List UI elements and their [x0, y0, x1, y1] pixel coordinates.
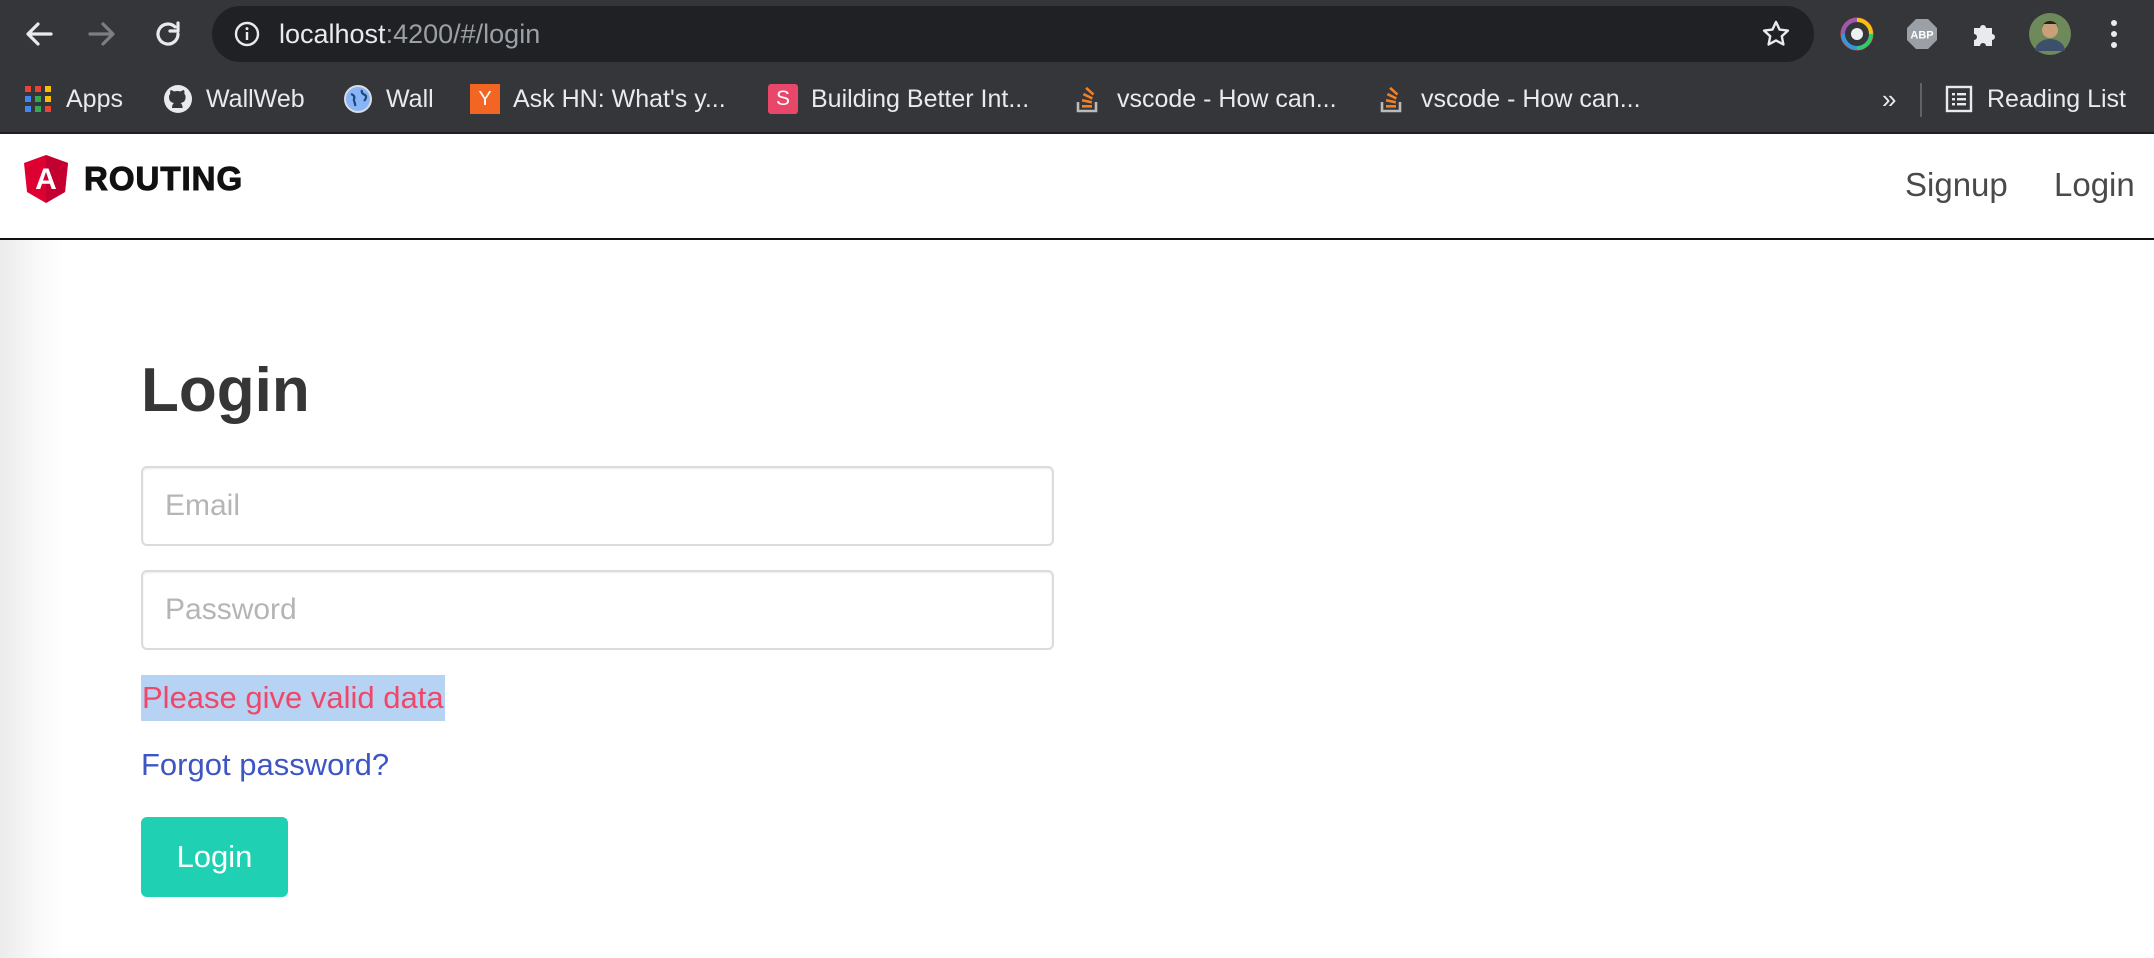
validation-error-message: Please give valid data	[141, 675, 445, 721]
url-host: localhost	[279, 19, 386, 49]
forgot-password-link[interactable]: Forgot password?	[141, 747, 389, 783]
bookmark-ask-hn[interactable]: Y Ask HN: What's y...	[470, 67, 726, 131]
page-title: Login	[141, 356, 310, 425]
back-button[interactable]	[17, 12, 61, 56]
apps-grid-icon	[23, 84, 53, 114]
bookmark-label: Ask HN: What's y...	[513, 84, 726, 113]
bookmark-apps[interactable]: Apps	[23, 67, 123, 131]
angular-letter: A	[35, 163, 57, 196]
hacker-news-icon: Y	[470, 84, 500, 114]
brand[interactable]: A ROUTING	[22, 154, 243, 204]
bookmark-label: Wall	[386, 84, 434, 113]
globe-icon	[343, 84, 373, 114]
bookmark-label: WallWeb	[206, 84, 305, 113]
bookmark-building-better[interactable]: S Building Better Int...	[768, 67, 1029, 131]
brand-name: ROUTING	[83, 160, 244, 198]
back-arrow-icon	[26, 22, 53, 46]
menu-kebab-icon[interactable]	[2092, 12, 2136, 56]
bookmark-label: vscode - How can...	[1117, 84, 1337, 113]
bookmark-wall[interactable]: Wall	[343, 67, 434, 131]
browser-toolbar: localhost:4200/#/login ABP	[0, 0, 2154, 67]
bookmark-star-icon[interactable]	[1761, 19, 1791, 49]
abp-label: ABP	[1910, 30, 1933, 42]
password-field[interactable]	[141, 570, 1054, 650]
reading-list-icon	[1944, 84, 1974, 114]
bookmarks-divider	[1920, 83, 1922, 117]
stackoverflow-icon	[1378, 84, 1408, 114]
reload-button[interactable]	[146, 12, 190, 56]
s-logo-icon: S	[768, 84, 798, 114]
nav-signup-link[interactable]: Signup	[1905, 166, 2008, 204]
address-bar[interactable]: localhost:4200/#/login	[212, 6, 1814, 62]
login-button[interactable]: Login	[141, 817, 288, 897]
bookmark-label: Apps	[66, 84, 123, 113]
forward-button[interactable]	[80, 12, 124, 56]
reload-icon	[156, 21, 180, 46]
angular-logo-icon: A	[24, 155, 68, 203]
adblock-extension-icon[interactable]: ABP	[1900, 12, 1944, 56]
info-icon[interactable]	[234, 21, 260, 47]
reading-list-label: Reading List	[1987, 84, 2126, 113]
github-icon	[163, 84, 193, 114]
url-text[interactable]: localhost:4200/#/login	[279, 6, 540, 62]
reading-list-button[interactable]: Reading List	[1944, 67, 2126, 131]
bookmarks-overflow-button[interactable]: »	[1882, 67, 1896, 131]
stackoverflow-icon	[1074, 84, 1104, 114]
url-path: :4200/#/login	[385, 19, 541, 49]
bookmark-label: vscode - How can...	[1421, 84, 1641, 113]
page-viewport: A ROUTING Signup Login Login Please give…	[0, 134, 2154, 958]
app-navbar: A ROUTING Signup Login	[0, 134, 2154, 240]
forward-arrow-icon	[88, 22, 115, 46]
bookmark-vscode-1[interactable]: vscode - How can...	[1074, 67, 1337, 131]
color-wheel-extension-icon[interactable]	[1835, 12, 1879, 56]
bookmark-label: Building Better Int...	[811, 84, 1030, 113]
email-field[interactable]	[141, 466, 1054, 546]
nav-login-link[interactable]: Login	[2054, 166, 2135, 204]
bookmarks-bar: Apps WallWeb Wall Y Ask HN: What's y... …	[0, 67, 2154, 134]
bookmark-vscode-2[interactable]: vscode - How can...	[1378, 67, 1641, 131]
bookmark-wallweb[interactable]: WallWeb	[163, 67, 305, 131]
profile-avatar-icon[interactable]	[2028, 12, 2072, 56]
extensions-puzzle-icon[interactable]	[1963, 12, 2007, 56]
